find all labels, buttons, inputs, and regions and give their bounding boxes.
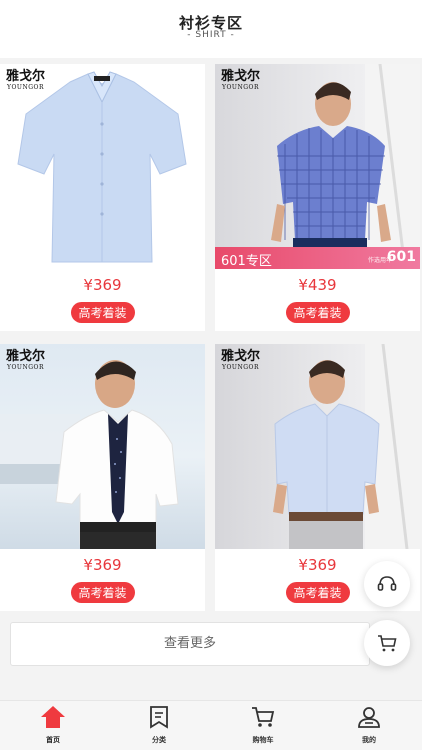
cart-icon bbox=[378, 635, 397, 652]
user-icon bbox=[358, 707, 380, 728]
floating-cart-button[interactable] bbox=[364, 620, 410, 666]
brand-logo: 雅戈尔 YOUNGOR bbox=[221, 349, 261, 371]
product-price: ¥369 bbox=[83, 556, 122, 574]
bottom-tabbar: 首页 分类 购物车 我的 bbox=[0, 700, 422, 750]
tab-home[interactable]: 首页 bbox=[23, 705, 83, 745]
tab-category[interactable]: 分类 bbox=[129, 705, 189, 745]
product-card[interactable]: 雅戈尔 YOUNGOR 601专区 作选用年 601 ¥439 高考着装 bbox=[215, 64, 420, 331]
promo-banner: 601专区 作选用年 601 bbox=[215, 247, 420, 269]
product-image[interactable]: 雅戈尔 YOUNGOR 601专区 作选用年 601 bbox=[215, 64, 420, 269]
product-image[interactable]: 雅戈尔 YOUNGOR bbox=[0, 64, 205, 269]
category-icon bbox=[150, 706, 168, 729]
product-tag[interactable]: 高考着装 bbox=[285, 582, 350, 603]
cart-icon bbox=[252, 707, 275, 727]
product-tag[interactable]: 高考着装 bbox=[70, 582, 135, 603]
view-more-button[interactable]: 查看更多 bbox=[10, 622, 370, 666]
product-price: ¥439 bbox=[298, 276, 337, 294]
headset-icon bbox=[377, 576, 397, 591]
page-subtitle: - SHIRT - bbox=[187, 30, 235, 40]
brand-logo: 雅戈尔 YOUNGOR bbox=[6, 69, 46, 91]
product-image[interactable]: 雅戈尔 YOUNGOR bbox=[215, 344, 420, 549]
customer-service-button[interactable] bbox=[364, 561, 410, 607]
product-tag[interactable]: 高考着装 bbox=[70, 302, 135, 323]
product-card[interactable]: 雅戈尔 YOUNGOR ¥369 高考着装 bbox=[0, 344, 205, 611]
brand-logo: 雅戈尔 YOUNGOR bbox=[221, 69, 261, 91]
product-image[interactable]: 雅戈尔 YOUNGOR bbox=[0, 344, 205, 549]
tab-cart[interactable]: 购物车 bbox=[233, 705, 293, 745]
tab-profile[interactable]: 我的 bbox=[339, 705, 399, 745]
product-card[interactable]: 雅戈尔 YOUNGOR ¥369 高考着装 bbox=[0, 64, 205, 331]
product-price: ¥369 bbox=[83, 276, 122, 294]
page-header: 衬衫专区 - SHIRT - bbox=[0, 0, 422, 58]
brand-logo: 雅戈尔 YOUNGOR bbox=[6, 349, 46, 371]
product-tag[interactable]: 高考着装 bbox=[285, 302, 350, 323]
home-icon bbox=[41, 706, 65, 728]
